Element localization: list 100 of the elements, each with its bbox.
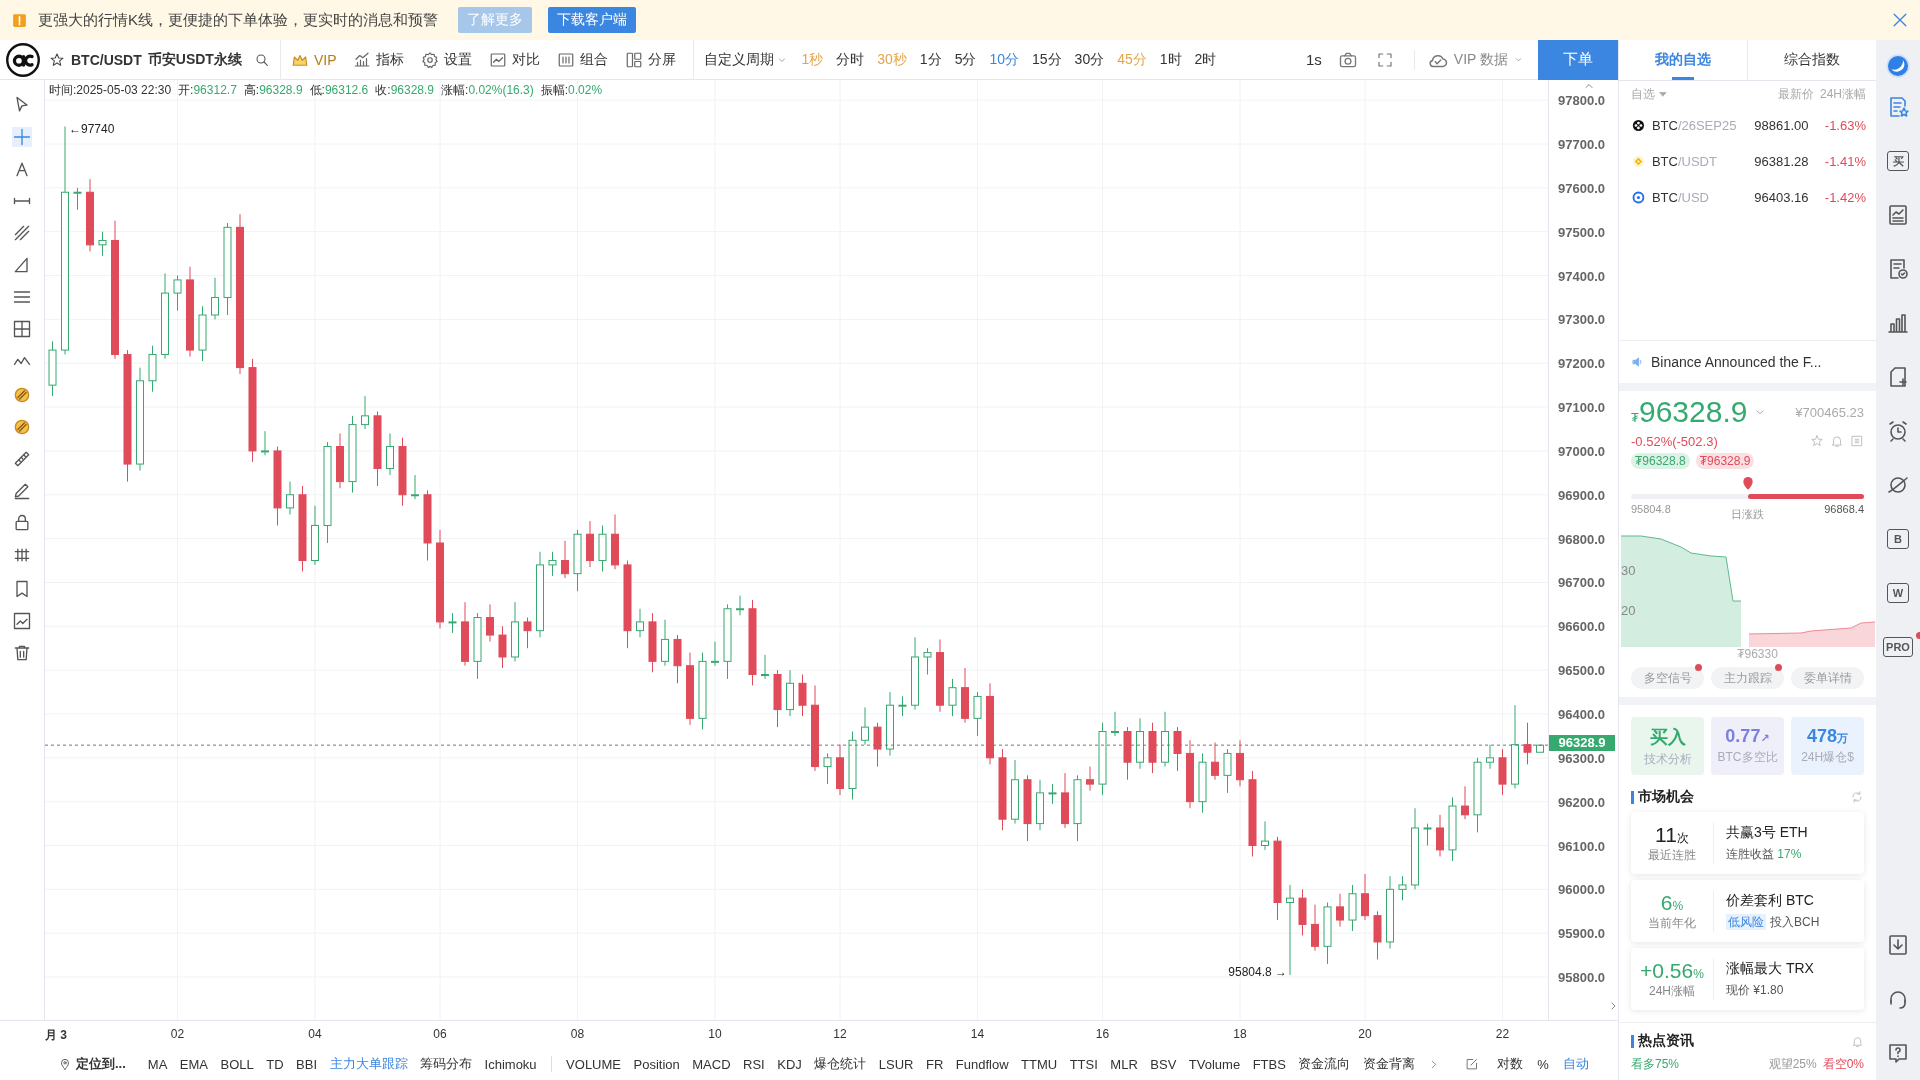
compare-button[interactable]: 对比	[489, 50, 541, 69]
bar-chart-icon[interactable]	[1886, 311, 1910, 335]
panel-tab[interactable]: 我的自选	[1619, 40, 1747, 80]
indicator-tab[interactable]: EMA	[179, 1056, 208, 1072]
order-button[interactable]: 下单	[1538, 39, 1618, 80]
indicator-tab[interactable]: 主力大单跟踪	[329, 1055, 408, 1073]
candlestick	[798, 674, 807, 717]
download-button[interactable]: 下载客户端	[548, 7, 636, 33]
indicator-tab[interactable]: RSI	[743, 1056, 765, 1072]
search-icon[interactable]	[253, 51, 270, 68]
sidebar-button[interactable]: PRO	[1883, 637, 1913, 657]
alarm-clock-icon[interactable]	[1886, 419, 1910, 443]
candlestick	[773, 669, 782, 728]
opportunity-value: 6%	[1660, 890, 1684, 915]
indicator-tab[interactable]: BSV	[1150, 1056, 1177, 1072]
indicator-tab[interactable]: TTSI	[1069, 1056, 1098, 1072]
scale-option[interactable]: 自动	[1562, 1055, 1589, 1073]
trash-icon[interactable]	[12, 643, 32, 663]
indicator-tab[interactable]: Position	[633, 1056, 680, 1072]
news-headline[interactable]: Binance Announced the F...	[1651, 354, 1822, 370]
star-icon[interactable]	[1810, 434, 1824, 448]
period-tab[interactable]: 1时	[1159, 50, 1182, 69]
period-tab[interactable]: 30分	[1074, 50, 1105, 69]
star-icon[interactable]	[49, 51, 65, 68]
indicator-tab[interactable]: 资金流向	[1298, 1055, 1351, 1073]
indicator-tab[interactable]: TD	[266, 1056, 284, 1072]
period-tab[interactable]: 10分	[989, 50, 1020, 69]
report-icon[interactable]	[1886, 203, 1910, 227]
scale-option[interactable]: %	[1537, 1056, 1549, 1072]
pattern-icon[interactable]	[12, 385, 32, 405]
sidebar-button[interactable]: W	[1887, 583, 1909, 603]
combo-button[interactable]: 组合	[557, 50, 609, 69]
indicator-tab[interactable]: Fundflow	[955, 1056, 1009, 1072]
opportunity-card[interactable]: +0.56% 24H涨幅 涨幅最大 TRX 现价 ¥1.80	[1631, 948, 1864, 1010]
candlestick	[286, 481, 294, 515]
indicator-tab[interactable]: FR	[925, 1056, 944, 1072]
indicator-tab[interactable]: VOLUME	[566, 1056, 621, 1072]
help-icon[interactable]	[1886, 1041, 1910, 1065]
indicator-tab[interactable]: 筹码分布	[420, 1055, 473, 1073]
axis-label: 96900.0	[1558, 488, 1605, 503]
sidebar-button[interactable]: 买	[1887, 151, 1909, 171]
settings-button[interactable]: 设置	[421, 50, 473, 69]
grid-icon[interactable]	[12, 319, 32, 339]
candlestick	[1461, 785, 1469, 820]
indicator-tab[interactable]: Ichimoku	[484, 1056, 537, 1072]
opportunity-card[interactable]: 11次 最近连胜 共赢3号 ETH 连胜收益 17%	[1631, 812, 1864, 874]
edit-icon[interactable]	[1464, 1056, 1480, 1072]
indicator-tab[interactable]: BBI	[296, 1056, 318, 1072]
pair-name[interactable]: BTC/USD	[1651, 189, 1740, 205]
candlestick	[561, 540, 569, 579]
ruler-icon[interactable]	[12, 449, 32, 469]
pen-icon[interactable]	[12, 481, 32, 501]
indicator-tab[interactable]: MACD	[692, 1056, 731, 1072]
indicator-tab[interactable]: 爆仓统计	[814, 1055, 867, 1073]
opportunity-card[interactable]: 6% 当前年化 价差套利 BTC 低风险 投入BCH	[1631, 880, 1864, 942]
price-cell-text: 96381.28	[1753, 153, 1809, 169]
axis-label: 22	[1495, 1027, 1510, 1041]
scale-option[interactable]: 对数	[1497, 1055, 1524, 1073]
candlestick	[886, 691, 894, 757]
period-tab[interactable]: 15分	[1032, 50, 1062, 69]
pattern-icon[interactable]	[12, 417, 32, 437]
period-tab[interactable]: 分时	[836, 50, 865, 69]
indicator-tab[interactable]: LSUR	[878, 1056, 914, 1072]
split-icon	[625, 50, 644, 69]
locate-button[interactable]: 定位到...	[58, 1055, 126, 1073]
pair-name[interactable]: BTC/26SEP25	[1651, 117, 1740, 133]
vip-button[interactable]: VIP	[290, 50, 337, 69]
axis-label: 96700.0	[1558, 576, 1605, 591]
candlestick	[1161, 711, 1169, 768]
axis-label: 96200.0	[1558, 795, 1605, 810]
axis-label: 97000.0	[1558, 444, 1605, 459]
indicators-button[interactable]: 指标	[353, 50, 405, 69]
period-tab[interactable]: 1分	[919, 50, 942, 69]
indicator-tab[interactable]: BOLL	[220, 1056, 254, 1072]
indicator-tab[interactable]: KDJ	[777, 1056, 802, 1072]
sidebar-button[interactable]: B	[1887, 529, 1909, 549]
indicator-tab[interactable]: MA	[147, 1056, 168, 1072]
chart-edit-icon[interactable]	[12, 611, 32, 631]
candlestick	[1323, 902, 1332, 965]
ohlc-value: 开:96312.7	[178, 82, 237, 99]
price-cell-text: 98861.00	[1753, 117, 1809, 133]
pair-name[interactable]: BTC/USDT	[1651, 153, 1740, 169]
candlestick	[461, 601, 469, 667]
indicator-tab[interactable]: 资金背离	[1362, 1055, 1415, 1073]
period-menu[interactable]: 自定义周期	[704, 50, 789, 69]
logo-icon[interactable]	[4, 41, 41, 78]
download-icon[interactable]	[1886, 933, 1910, 957]
indicator-tab[interactable]: TTMU	[1021, 1056, 1058, 1072]
parallel-lines-icon[interactable]	[12, 223, 32, 243]
interval-label[interactable]: 1s	[1305, 51, 1322, 68]
candlestick	[336, 432, 344, 489]
period-tab[interactable]: 5分	[954, 50, 977, 69]
indicator-tab[interactable]: FTBS	[1252, 1056, 1286, 1072]
candlestick	[573, 529, 582, 592]
period-tab[interactable]: 2时	[1194, 50, 1217, 69]
indicator-tab[interactable]: MLR	[1110, 1056, 1138, 1072]
split-screen-button[interactable]: 分屏	[625, 50, 677, 69]
indicator-tab[interactable]: TVolume	[1188, 1056, 1241, 1072]
candlestick	[1061, 772, 1069, 829]
vip-data-menu[interactable]: VIP 数据	[1426, 48, 1524, 71]
